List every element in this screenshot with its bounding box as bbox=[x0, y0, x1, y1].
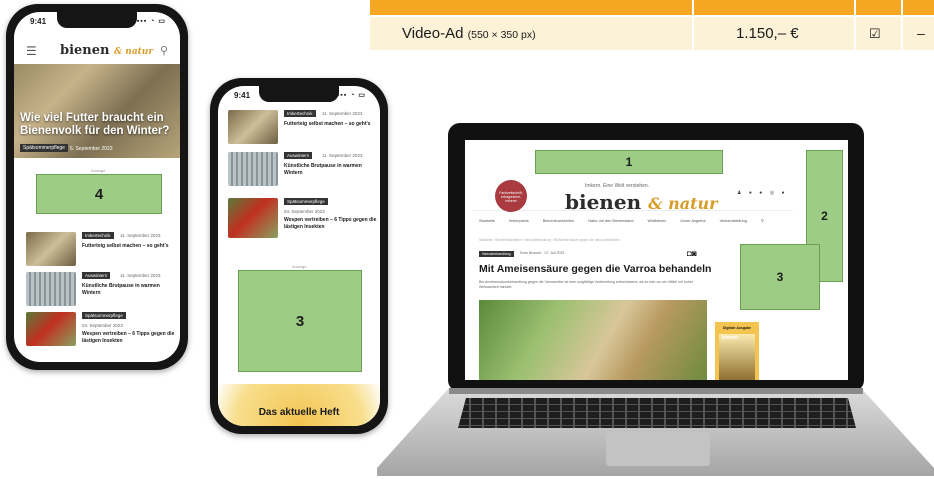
author-line: Sven Brunner · 07. Juli 2023 bbox=[520, 251, 565, 255]
article-title[interactable]: Futterteig selbst machen – so geht's bbox=[284, 121, 380, 128]
site-logo[interactable]: bienen & natur bbox=[60, 43, 153, 58]
product-cell: Video-Ad (550 × 350 px) bbox=[402, 25, 536, 42]
list-item[interactable]: Auswintern 11. September 2023 Künstliche… bbox=[228, 152, 378, 186]
phone-notch bbox=[57, 12, 137, 28]
brand-badge: Fachzeitschrift, erfolgreicher, Imkerei bbox=[495, 180, 527, 212]
list-item[interactable]: Imkertechnik 11. September 2023 Futterte… bbox=[228, 110, 378, 144]
article-tag[interactable]: Auswintern bbox=[284, 152, 313, 159]
article-title[interactable]: Künstliche Brutpause in warmen Wintern bbox=[284, 163, 380, 177]
signal-icon: ▪▪▪ ◔ ▭ bbox=[336, 92, 366, 99]
menu-icon[interactable]: ☰ bbox=[26, 44, 37, 58]
phone-notch bbox=[259, 86, 339, 102]
table-row: Video-Ad (550 × 350 px) 1.150,– € ☑ – bbox=[370, 17, 934, 50]
status-time: 9:41 bbox=[234, 91, 251, 100]
list-item[interactable]: Spätsommerpflege 04. September 2023 Wesp… bbox=[228, 198, 378, 238]
article-tag[interactable]: Imkertechnik bbox=[82, 232, 114, 239]
keyboard-rows bbox=[458, 398, 856, 428]
search-icon[interactable]: ⚲ bbox=[761, 219, 764, 223]
phone-left: 9:41 ▪▪▪ ◔ ▭ ☰ bienen & natur ⚲ Wie viel … bbox=[6, 4, 188, 370]
list-item[interactable]: Spätsommerpflege 04. September 2023 Wesp… bbox=[26, 312, 176, 346]
article-title[interactable]: Futterteig selbst machen – so geht's bbox=[82, 243, 178, 250]
nav-item[interactable]: Natur um den Bienenstand bbox=[588, 219, 633, 223]
checkbox-icon: ☑ bbox=[869, 26, 881, 41]
article-title[interactable]: Künstliche Brutpause in warmen Wintern bbox=[82, 283, 178, 297]
article-headline: Mit Ameisensäure gegen die Varroa behand… bbox=[479, 263, 712, 275]
article-thumbnail[interactable] bbox=[228, 152, 278, 186]
nav-item[interactable]: Startseite bbox=[479, 219, 495, 223]
hero-tag[interactable]: Spätsommerpflege bbox=[20, 144, 68, 152]
article-subline: Bei Ameisensäurebehandlung gegen die Var… bbox=[479, 280, 693, 289]
ad-slot-4: 4 bbox=[36, 174, 162, 214]
ad-label: Anzeige bbox=[91, 168, 106, 173]
breadcrumb[interactable]: Startseite › Bienenkrankheiten › Varroab… bbox=[479, 238, 620, 242]
article-date: 11. September 2023 bbox=[120, 273, 161, 278]
signal-icon: ▪▪▪ ◔ ▭ bbox=[136, 18, 166, 25]
ad-slot-3: 3 bbox=[238, 270, 362, 372]
search-icon[interactable]: ⚲ bbox=[160, 44, 168, 57]
article-thumbnail[interactable] bbox=[26, 272, 76, 306]
status-time: 9:41 bbox=[30, 17, 47, 26]
article-thumbnail[interactable] bbox=[228, 198, 278, 238]
mobile-header: ☰ bienen & natur ⚲ bbox=[14, 38, 180, 62]
price-table: Video-Ad (550 × 350 px) 1.150,– € ☑ – bbox=[370, 0, 934, 50]
phone-right-screen: 9:41 ▪▪▪ ◔ ▭ Imkertechnik 11. September 2… bbox=[218, 86, 380, 426]
article-date: 04. September 2023 bbox=[82, 323, 123, 328]
phone-left-screen: 9:41 ▪▪▪ ◔ ▭ ☰ bienen & natur ⚲ Wie viel … bbox=[14, 12, 180, 362]
site-logo[interactable]: bienen & natur bbox=[565, 190, 718, 214]
dash-cell: – bbox=[917, 25, 925, 41]
nav-item[interactable]: Imkerpraxis bbox=[509, 219, 529, 223]
nav-item[interactable]: Wildbienen bbox=[648, 219, 667, 223]
slogan: Imkern. Eine Welt verstehen. bbox=[585, 183, 650, 189]
article-tag[interactable]: Imkertechnik bbox=[284, 110, 316, 117]
social-icons[interactable]: ♟ ● ● ◎ ● bbox=[737, 190, 787, 196]
ad-slot-3: 3 bbox=[740, 244, 820, 310]
nav-item[interactable]: Bienenkrankheiten bbox=[543, 219, 574, 223]
article-tag[interactable]: Spätsommerpflege bbox=[284, 198, 328, 205]
current-issue-banner[interactable]: Das aktuelle Heft bbox=[218, 384, 380, 426]
nav-item[interactable]: Unser Angebot bbox=[680, 219, 705, 223]
current-issue-title[interactable]: Das aktuelle Heft bbox=[218, 407, 380, 418]
article-tag[interactable]: Auswintern bbox=[82, 272, 111, 279]
article-title[interactable]: Wespen vertreiben – 6 Tipps gegen die lä… bbox=[82, 331, 178, 345]
ad-label: Anzeige bbox=[292, 264, 307, 269]
main-nav: Startseite Imkerpraxis Bienenkrankheiten… bbox=[479, 218, 799, 223]
article-date: 04. September 2023 bbox=[284, 209, 325, 214]
share-icons[interactable]: ◘◙ bbox=[687, 249, 697, 258]
phone-right: 9:41 ▪▪▪ ◔ ▭ Imkertechnik 11. September 2… bbox=[210, 78, 388, 434]
hero-date: 6. September 2023 bbox=[70, 146, 113, 152]
price-cell: 1.150,– € bbox=[736, 25, 799, 42]
laptop-screen: 1 2 Fachzeitschrift, erfolgreicher, Imke… bbox=[465, 140, 848, 380]
article-date: 11. September 2023 bbox=[322, 111, 363, 116]
laptop-hinge bbox=[449, 388, 863, 394]
article-date: 11. September 2023 bbox=[322, 153, 363, 158]
article-date: 11. September 2023 bbox=[120, 233, 161, 238]
article-title[interactable]: Wespen vertreiben – 6 Tipps gegen die lä… bbox=[284, 217, 380, 231]
list-item[interactable]: Auswintern 11. September 2023 Künstliche… bbox=[26, 272, 176, 306]
hero-title[interactable]: Wie viel Futter braucht ein Bienenvolk f… bbox=[20, 112, 174, 138]
article-image bbox=[479, 300, 707, 380]
list-item[interactable]: Imkertechnik 11. September 2023 Futterte… bbox=[26, 232, 176, 266]
digital-issue[interactable]: Digitale Ausgabe bienen bbox=[715, 322, 759, 380]
digital-issue-cover[interactable]: bienen bbox=[719, 334, 755, 380]
article-thumbnail[interactable] bbox=[228, 110, 278, 144]
trackpad bbox=[606, 432, 710, 466]
digital-issue-label: Digitale Ausgabe bbox=[722, 326, 752, 330]
table-header bbox=[370, 0, 934, 15]
article-tag[interactable]: Spätsommerpflege bbox=[82, 312, 126, 319]
nav-item[interactable]: Verbandsleitung bbox=[720, 219, 747, 223]
article-tag[interactable]: Varroabehandlung bbox=[479, 251, 514, 257]
article-thumbnail[interactable] bbox=[26, 312, 76, 346]
article-thumbnail[interactable] bbox=[26, 232, 76, 266]
hero-image[interactable]: Wie viel Futter braucht ein Bienenvolk f… bbox=[14, 64, 180, 158]
